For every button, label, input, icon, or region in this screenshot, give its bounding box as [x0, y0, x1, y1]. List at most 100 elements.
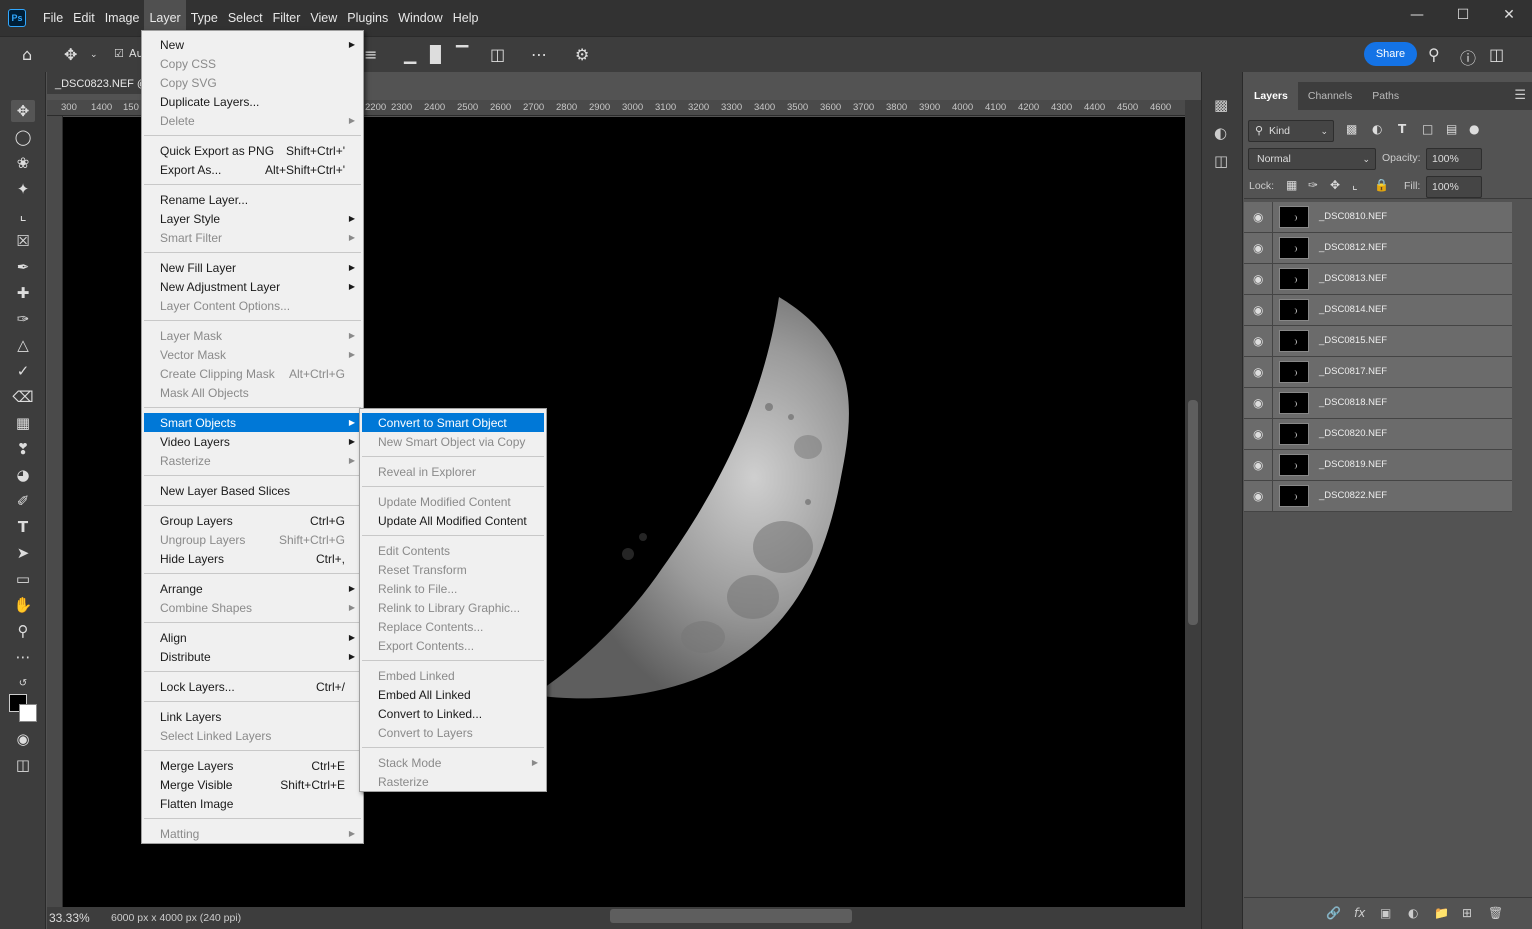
move-tool-icon[interactable]: ✥	[64, 45, 77, 64]
layer-menu-item-copy-css[interactable]: Copy CSS	[144, 54, 361, 73]
marquee-tool-icon[interactable]: ◯	[11, 126, 35, 148]
eye-icon[interactable]: ◉	[1253, 241, 1263, 255]
filter-type-icon[interactable]: T	[1398, 122, 1406, 136]
layer-row[interactable]: ◉ _DSC0814.NEF	[1244, 295, 1512, 326]
eye-icon[interactable]: ◉	[1253, 396, 1263, 410]
new-layer-icon[interactable]: ⊞	[1462, 906, 1472, 920]
layer-menu-item-new-layer-based-slices[interactable]: New Layer Based Slices	[144, 481, 361, 500]
smart-objects-item-reset-transform[interactable]: Reset Transform	[362, 560, 544, 579]
layer-menu-item-hide-layers[interactable]: Hide Layers Ctrl+,	[144, 549, 361, 568]
blur-tool-icon[interactable]: ❣	[11, 438, 35, 460]
vertical-scroll-thumb[interactable]	[1188, 400, 1198, 625]
menu-help[interactable]: Help	[448, 0, 484, 36]
stamp-tool-icon[interactable]: △	[11, 334, 35, 356]
layer-row[interactable]: ◉ _DSC0815.NEF	[1244, 326, 1512, 357]
smart-objects-item-relink-to-library-graphic[interactable]: Relink to Library Graphic...	[362, 598, 544, 617]
smart-objects-item-convert-to-linked[interactable]: Convert to Linked...	[362, 704, 544, 723]
libraries-icon[interactable]: ▩	[1214, 96, 1228, 114]
screen-mode-icon[interactable]: ◫	[11, 754, 35, 776]
smart-objects-item-replace-contents[interactable]: Replace Contents...	[362, 617, 544, 636]
gradient-tool-icon[interactable]: ▦	[11, 412, 35, 434]
layer-menu-item-matting[interactable]: Matting ▶	[144, 824, 361, 843]
home-icon[interactable]: ⌂	[22, 45, 32, 64]
tab-layers[interactable]: Layers	[1244, 82, 1298, 110]
pen-tool-icon[interactable]: ✐	[11, 490, 35, 512]
layer-menu-item-combine-shapes[interactable]: Combine Shapes ▶	[144, 598, 361, 617]
eye-icon[interactable]: ◉	[1253, 303, 1263, 317]
lock-transparent-icon[interactable]: ▦	[1286, 178, 1297, 192]
chevron-down-icon[interactable]: ⌄	[90, 50, 98, 60]
lock-artboard-icon[interactable]: ⌞	[1352, 178, 1358, 192]
smart-objects-item-update-all-modified-content[interactable]: Update All Modified Content	[362, 511, 544, 530]
close-icon[interactable]: ✕	[1486, 0, 1532, 30]
lock-pixels-icon[interactable]: ✑	[1308, 178, 1318, 192]
layer-menu-item-copy-svg[interactable]: Copy SVG	[144, 73, 361, 92]
hand-tool-icon[interactable]: ✋	[11, 594, 35, 616]
horizontal-scroll-thumb[interactable]	[610, 909, 852, 923]
filter-pixel-icon[interactable]: ▩	[1346, 122, 1357, 136]
layer-row[interactable]: ◉ _DSC0810.NEF	[1244, 202, 1512, 233]
layer-menu-item-select-linked-layers[interactable]: Select Linked Layers	[144, 726, 361, 745]
layer-menu-item-align[interactable]: Align ▶	[144, 628, 361, 647]
document-info[interactable]: 6000 px x 4000 px (240 ppi)	[111, 912, 241, 924]
smart-objects-item-reveal-in-explorer[interactable]: Reveal in Explorer	[362, 462, 544, 481]
eye-icon[interactable]: ◉	[1253, 365, 1263, 379]
layer-menu-item-new-fill-layer[interactable]: New Fill Layer ▶	[144, 258, 361, 277]
filter-shape-icon[interactable]: □	[1422, 122, 1433, 136]
smart-objects-item-update-modified-content[interactable]: Update Modified Content	[362, 492, 544, 511]
layer-menu-item-vector-mask[interactable]: Vector Mask ▶	[144, 345, 361, 364]
layer-menu-item-distribute[interactable]: Distribute ▶	[144, 647, 361, 666]
panel-menu-icon[interactable]: ☰	[1514, 88, 1526, 103]
history-brush-tool-icon[interactable]: ✓	[11, 360, 35, 382]
eye-icon[interactable]: ◉	[1253, 334, 1263, 348]
more-options-icon[interactable]: ⋯	[531, 45, 547, 64]
smart-objects-item-export-contents[interactable]: Export Contents...	[362, 636, 544, 655]
layer-row[interactable]: ◉ _DSC0817.NEF	[1244, 357, 1512, 388]
layer-menu-item-flatten-image[interactable]: Flatten Image	[144, 794, 361, 813]
path-select-tool-icon[interactable]: ➤	[11, 542, 35, 564]
layer-menu-item-merge-visible[interactable]: Merge Visible Shift+Ctrl+E	[144, 775, 361, 794]
properties-icon[interactable]: ◫	[1214, 152, 1228, 170]
quick-mask-icon[interactable]: ◉	[11, 728, 35, 750]
layer-menu-item-quick-export-as-png[interactable]: Quick Export as PNG Shift+Ctrl+'	[144, 141, 361, 160]
layer-row[interactable]: ◉ _DSC0820.NEF	[1244, 419, 1512, 450]
layer-menu-item-lock-layers[interactable]: Lock Layers... Ctrl+/	[144, 677, 361, 696]
layer-menu-item-mask-all-objects[interactable]: Mask All Objects	[144, 383, 361, 402]
menu-image[interactable]: Image	[100, 0, 145, 36]
layer-menu-item-rename-layer[interactable]: Rename Layer...	[144, 190, 361, 209]
layer-row[interactable]: ◉ _DSC0812.NEF	[1244, 233, 1512, 264]
layer-menu-item-merge-layers[interactable]: Merge Layers Ctrl+E	[144, 756, 361, 775]
search-icon[interactable]: ⚲	[1428, 45, 1440, 64]
eye-icon[interactable]: ◉	[1253, 427, 1263, 441]
layer-menu-item-ungroup-layers[interactable]: Ungroup Layers Shift+Ctrl+G	[144, 530, 361, 549]
minimize-icon[interactable]: —	[1394, 0, 1440, 30]
share-button[interactable]: Share	[1364, 42, 1417, 66]
tab-channels[interactable]: Channels	[1298, 82, 1362, 110]
layer-menu-item-delete[interactable]: Delete ▶	[144, 111, 361, 130]
smart-objects-item-edit-contents[interactable]: Edit Contents	[362, 541, 544, 560]
filter-adjustment-icon[interactable]: ◐	[1372, 122, 1382, 136]
layer-row[interactable]: ◉ _DSC0813.NEF	[1244, 264, 1512, 295]
dodge-tool-icon[interactable]: ◕	[11, 464, 35, 486]
more-tools-icon[interactable]: ⋯	[11, 646, 35, 668]
layer-menu-item-create-clipping-mask[interactable]: Create Clipping Mask Alt+Ctrl+G	[144, 364, 361, 383]
eye-icon[interactable]: ◉	[1253, 210, 1263, 224]
zoom-level[interactable]: 33.33%	[49, 911, 111, 925]
opacity-field[interactable]: 100%	[1426, 148, 1482, 170]
new-group-icon[interactable]: 📁	[1434, 906, 1449, 920]
filter-smart-object-icon[interactable]: ▤	[1446, 122, 1457, 136]
eraser-tool-icon[interactable]: ⌫	[11, 386, 35, 408]
layer-row[interactable]: ◉ _DSC0818.NEF	[1244, 388, 1512, 419]
menu-window[interactable]: Window	[393, 0, 447, 36]
menu-file[interactable]: File	[38, 0, 68, 36]
layer-menu-item-smart-objects[interactable]: Smart Objects ▶	[144, 413, 361, 432]
layer-row[interactable]: ◉ _DSC0819.NEF	[1244, 450, 1512, 481]
align-left-icon[interactable]: ≡	[364, 45, 377, 64]
tab-paths[interactable]: Paths	[1362, 82, 1409, 110]
align-vcenter-icon[interactable]: ▉	[430, 45, 442, 64]
filter-toggle-icon[interactable]: ●	[1469, 122, 1479, 136]
smart-objects-item-convert-to-smart-object[interactable]: Convert to Smart Object	[362, 413, 544, 432]
link-layers-icon[interactable]: 🔗	[1326, 906, 1341, 920]
frame-tool-icon[interactable]: ☒	[11, 230, 35, 252]
gear-icon[interactable]: ⚙	[575, 45, 589, 64]
